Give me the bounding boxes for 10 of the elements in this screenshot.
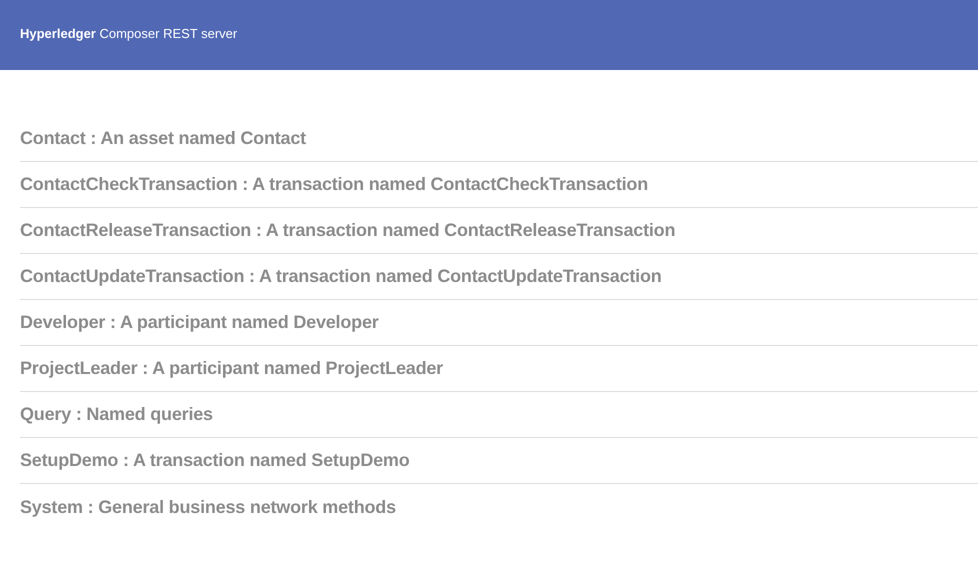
resource-link[interactable]: SetupDemo : A transaction named SetupDemo xyxy=(20,447,410,474)
app-title: Hyperledger Composer REST server xyxy=(20,26,238,41)
resource-link[interactable]: ContactUpdateTransaction : A transaction named ContactUpdateTransaction xyxy=(20,263,662,290)
resource-link[interactable]: ContactReleaseTransaction : A transaction named ContactReleaseTransaction xyxy=(20,217,676,244)
resource-link[interactable]: System : General business network methods xyxy=(20,494,396,520)
resource-link[interactable]: Developer : A participant named Developer xyxy=(20,309,379,336)
resource-link[interactable]: Contact : An asset named Contact xyxy=(20,125,306,152)
resource-link[interactable]: Query : Named queries xyxy=(20,401,213,428)
resource-link[interactable]: ProjectLeader : A participant named ProjectLeader xyxy=(20,355,443,382)
resource-link[interactable]: ContactCheckTransaction : A transaction named ContactCheckTransaction xyxy=(20,171,648,198)
